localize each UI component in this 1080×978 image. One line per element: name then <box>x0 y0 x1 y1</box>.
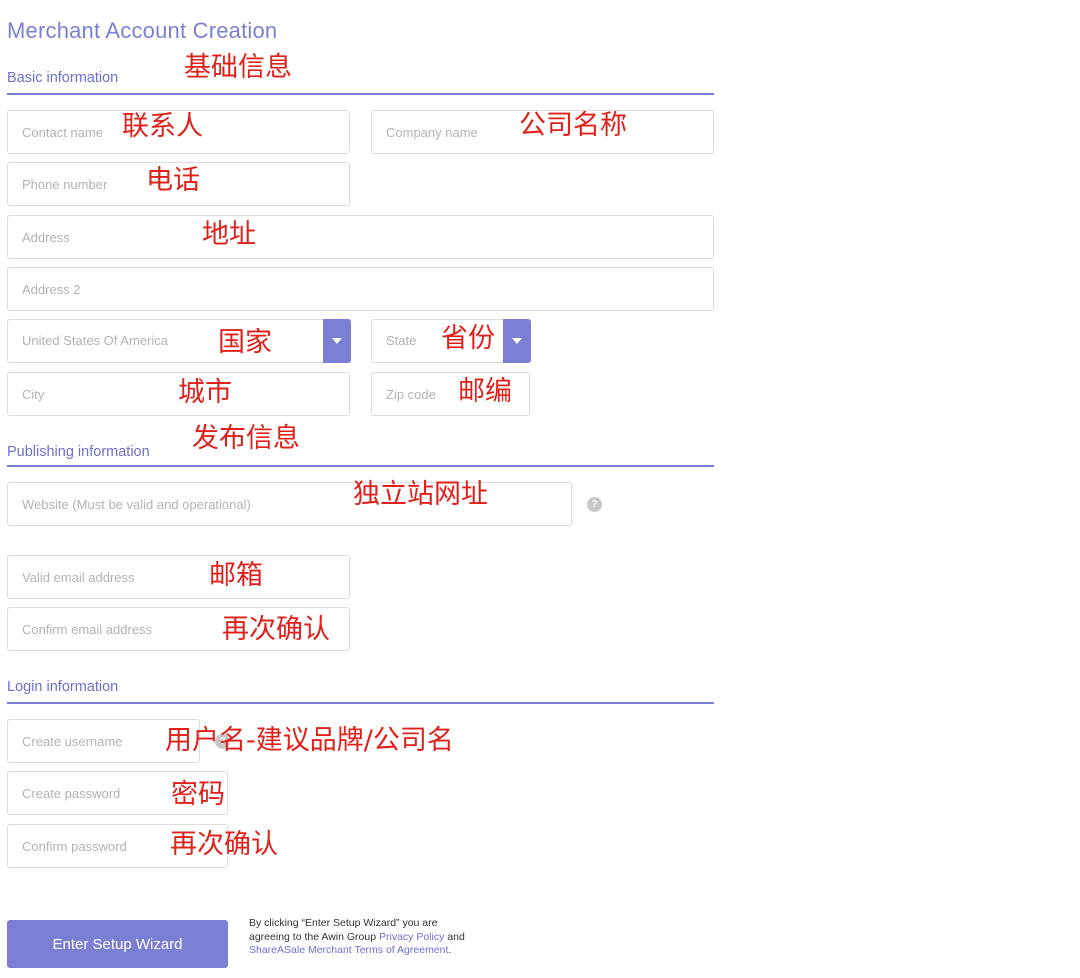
email-field[interactable] <box>7 555 350 599</box>
annotation-country: 国家 <box>218 327 272 358</box>
address-field[interactable] <box>7 215 714 259</box>
country-select-value: United States Of America <box>22 333 168 348</box>
section-login-divider <box>7 702 714 704</box>
chevron-down-icon[interactable] <box>322 318 351 363</box>
chevron-down-icon[interactable] <box>502 318 531 363</box>
terms-suffix: . <box>448 944 452 956</box>
annotation-company-name: 公司名称 <box>519 110 627 141</box>
section-basic-label: Basic information <box>7 70 119 86</box>
annotation-phone: 电话 <box>146 165 200 196</box>
merchant-terms-link[interactable]: ShareASale Merchant Terms of Agreement <box>249 944 448 956</box>
section-login-label: Login information <box>7 679 119 695</box>
annotation-publishing-info: 发布信息 <box>192 423 300 454</box>
annotation-website: 独立站网址 <box>353 479 488 510</box>
section-publishing-label: Publishing information <box>7 444 150 460</box>
annotation-address: 地址 <box>202 219 256 250</box>
section-basic-divider <box>7 93 714 95</box>
country-select[interactable]: United States Of America <box>7 318 351 363</box>
annotation-password: 密码 <box>171 779 225 810</box>
address2-field[interactable] <box>7 267 714 311</box>
email-input[interactable] <box>8 556 349 598</box>
annotation-email: 邮箱 <box>209 560 263 591</box>
annotation-contact-name: 联系人 <box>122 111 203 142</box>
address-input[interactable] <box>8 216 713 258</box>
annotation-password-confirm: 再次确认 <box>170 829 278 860</box>
terms-and: and <box>444 930 465 943</box>
question-circle-icon[interactable]: ? <box>587 497 602 512</box>
address2-input[interactable] <box>8 268 713 310</box>
annotation-email-confirm: 再次确认 <box>222 614 330 645</box>
annotation-username: 用户名-建议品牌/公司名 <box>165 725 454 756</box>
state-select-value: State <box>386 333 417 348</box>
annotation-zip: 邮编 <box>458 376 512 407</box>
enter-setup-wizard-button[interactable]: Enter Setup Wizard <box>7 920 228 968</box>
annotation-city: 城市 <box>178 377 232 408</box>
page-title: Merchant Account Creation <box>7 18 278 43</box>
annotation-state: 省份 <box>441 323 495 354</box>
section-publishing-divider <box>7 465 714 467</box>
terms-text: By clicking “Enter Setup Wizard” you are… <box>249 917 474 958</box>
annotation-basic-info: 基础信息 <box>184 52 292 83</box>
privacy-policy-link[interactable]: Privacy Policy <box>379 931 444 943</box>
